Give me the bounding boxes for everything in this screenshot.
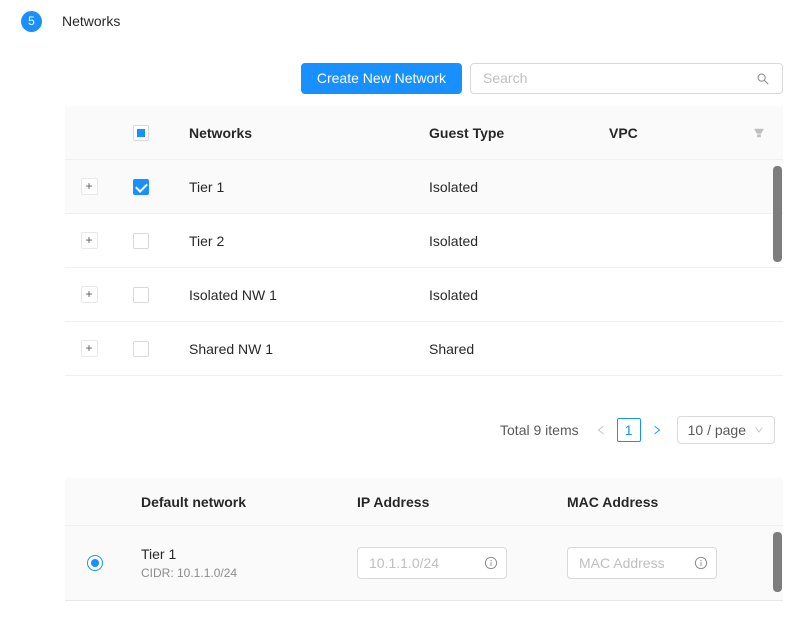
table-scrollbar-thumb[interactable] xyxy=(773,532,782,592)
pagination-next-button[interactable] xyxy=(649,422,665,438)
step-number-badge: 5 xyxy=(21,11,42,32)
header-filter-cell xyxy=(735,127,783,139)
network-row-tier1[interactable]: + Tier 1 Isolated xyxy=(65,160,783,214)
select-all-checkbox[interactable] xyxy=(133,125,149,141)
chevron-down-icon xyxy=(754,425,764,435)
expand-row-button[interactable]: + xyxy=(81,286,98,303)
header-ip-address: IP Address xyxy=(345,494,555,510)
header-networks: Networks xyxy=(169,125,409,141)
expand-row-button[interactable]: + xyxy=(81,178,98,195)
filter-icon[interactable] xyxy=(753,127,765,139)
network-name: Isolated NW 1 xyxy=(169,287,409,303)
networks-table-body: + Tier 1 Isolated + Tier 2 Isolated xyxy=(65,160,783,376)
step-title: Networks xyxy=(62,13,120,29)
header-default-network: Default network xyxy=(125,494,345,510)
guest-type-value: Shared xyxy=(409,341,589,357)
ip-address-field-wrapper xyxy=(357,547,507,579)
page-size-value: 10 / page xyxy=(688,422,746,438)
expand-row-button[interactable]: + xyxy=(81,232,98,249)
pagination-total: Total 9 items xyxy=(500,422,579,438)
info-icon[interactable] xyxy=(694,556,708,570)
search-icon[interactable] xyxy=(756,72,770,86)
step-header: 5 Networks xyxy=(0,0,805,32)
guest-type-value: Isolated xyxy=(409,179,589,195)
default-network-radio[interactable] xyxy=(87,555,103,571)
default-network-table: Default network IP Address MAC Address T… xyxy=(65,478,783,601)
pagination: Total 9 items 1 10 / page xyxy=(65,415,783,445)
default-network-table-body: Tier 1 CIDR: 10.1.1.0/24 xyxy=(65,526,783,601)
header-mac-address: MAC Address xyxy=(555,494,783,510)
guest-type-value: Isolated xyxy=(409,233,589,249)
network-row-shared-nw1[interactable]: + Shared NW 1 Shared xyxy=(65,322,783,376)
default-network-row-tier1[interactable]: Tier 1 CIDR: 10.1.1.0/24 xyxy=(65,526,783,601)
toolbar: Create New Network xyxy=(65,62,783,94)
networks-wizard-step: 5 Networks Create New Network Networks G… xyxy=(0,0,805,628)
header-guest-type: Guest Type xyxy=(409,125,589,141)
networks-table: Networks Guest Type VPC + Tier 1 Isolate… xyxy=(65,106,783,376)
table-scrollbar-thumb[interactable] xyxy=(773,166,782,262)
row-checkbox[interactable] xyxy=(133,341,149,357)
create-new-network-button[interactable]: Create New Network xyxy=(301,63,462,94)
header-vpc: VPC xyxy=(589,125,735,141)
network-row-tier2[interactable]: + Tier 2 Isolated xyxy=(65,214,783,268)
network-row-isolated-nw1[interactable]: + Isolated NW 1 Isolated xyxy=(65,268,783,322)
networks-table-header: Networks Guest Type VPC xyxy=(65,106,783,160)
default-network-cidr: CIDR: 10.1.1.0/24 xyxy=(141,566,345,580)
row-checkbox[interactable] xyxy=(133,179,149,195)
guest-type-value: Isolated xyxy=(409,287,589,303)
network-name: Tier 1 xyxy=(169,179,409,195)
mac-address-field-wrapper xyxy=(567,547,717,579)
row-checkbox[interactable] xyxy=(133,287,149,303)
expand-row-button[interactable]: + xyxy=(81,340,98,357)
info-icon[interactable] xyxy=(484,556,498,570)
default-network-table-header: Default network IP Address MAC Address xyxy=(65,478,783,526)
network-name: Shared NW 1 xyxy=(169,341,409,357)
pagination-prev-button[interactable] xyxy=(593,422,609,438)
pagination-page-1[interactable]: 1 xyxy=(617,418,641,442)
row-checkbox[interactable] xyxy=(133,233,149,249)
step-content: Create New Network Networks Guest Type V… xyxy=(65,62,783,601)
page-size-select[interactable]: 10 / page xyxy=(677,416,775,444)
default-network-name: Tier 1 xyxy=(141,546,345,562)
network-name: Tier 2 xyxy=(169,233,409,249)
header-select-all-cell xyxy=(113,125,169,141)
search-input[interactable] xyxy=(471,64,782,93)
search-box[interactable] xyxy=(470,63,783,94)
